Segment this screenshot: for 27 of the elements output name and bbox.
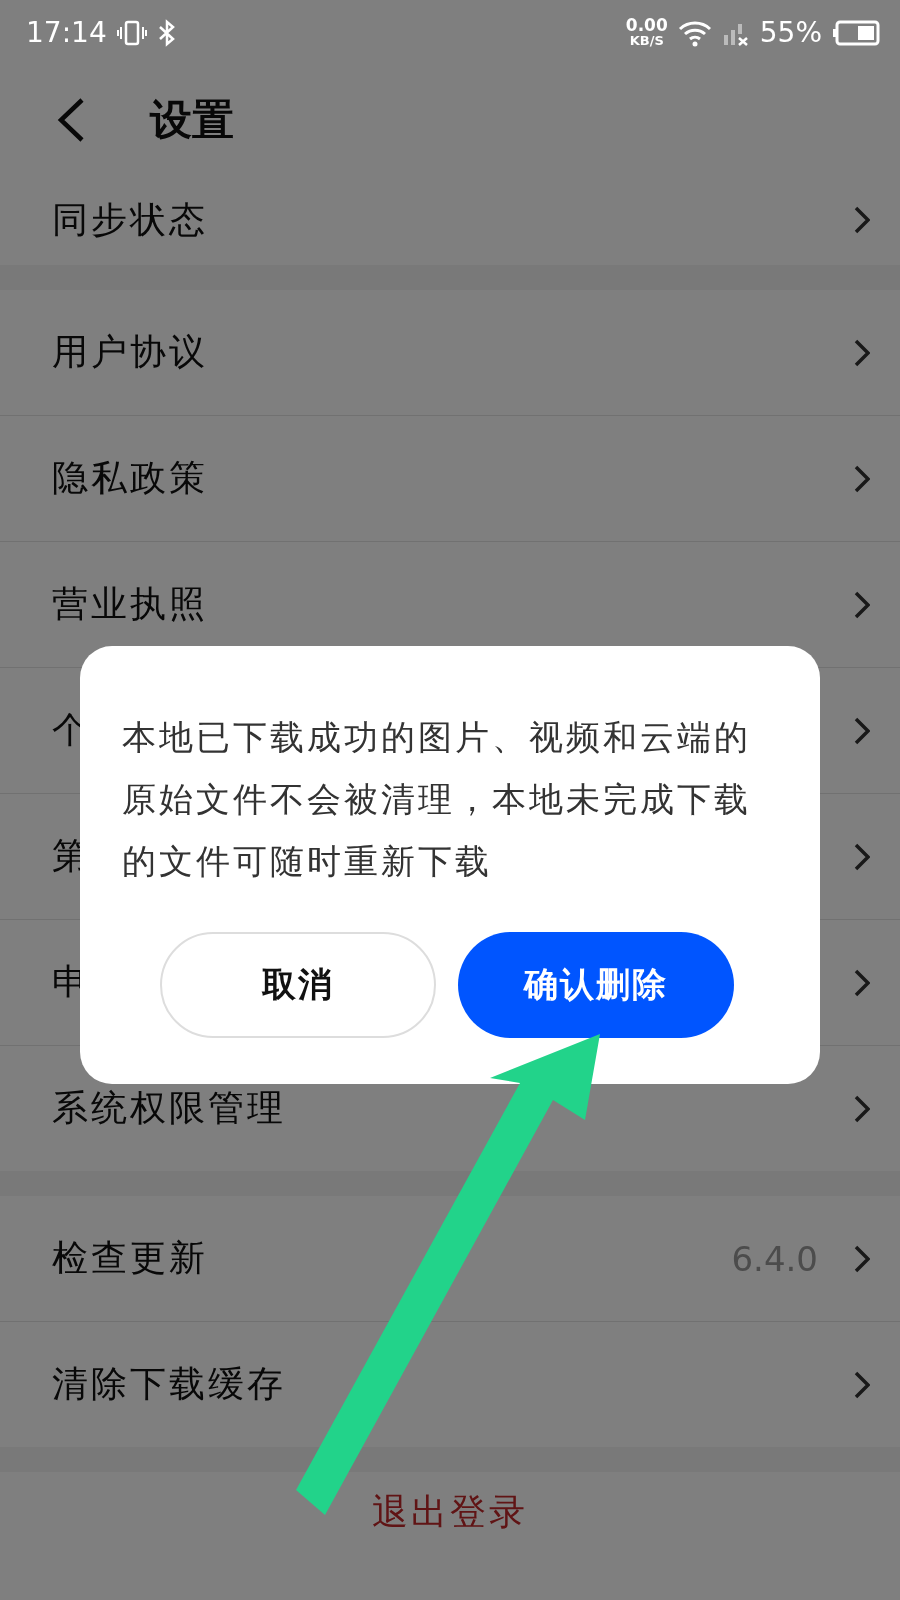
battery-icon <box>832 19 880 46</box>
chevron-icon <box>854 842 870 871</box>
confirm-button[interactable]: 确认删除 <box>458 932 734 1038</box>
chevron-icon <box>854 1094 870 1123</box>
settings-item[interactable]: 隐私政策 <box>0 416 900 542</box>
settings-item[interactable]: 清除下载缓存 <box>0 1322 900 1447</box>
dialog-message: 本地已下载成功的图片、视频和云端的原始文件不会被清理，本地未完成下载的文件可随时重新下载 <box>122 716 752 883</box>
logout-button[interactable]: 退出登录 <box>366 1482 534 1542</box>
vibrate-icon <box>116 18 147 47</box>
cancel-button[interactable]: 取消 <box>160 932 436 1038</box>
chevron-icon <box>854 1370 870 1399</box>
chevron-icon <box>854 206 870 234</box>
chevron-icon <box>854 1244 870 1273</box>
settings-item[interactable]: 系统权限管理 <box>0 1046 900 1171</box>
network-speed: 0.00 <box>625 17 668 34</box>
battery-percent: 55% <box>759 16 822 49</box>
status-time: 17:14 <box>26 16 107 49</box>
network-unit: KB/S <box>629 34 664 48</box>
back-icon[interactable] <box>56 97 86 143</box>
chevron-icon <box>854 716 870 745</box>
settings-item[interactable]: 用户协议 <box>0 290 900 416</box>
chevron-icon <box>854 338 870 367</box>
page-title: 设置 <box>150 94 234 146</box>
chevron-icon <box>854 968 870 997</box>
chevron-icon <box>854 590 870 619</box>
chevron-icon <box>854 464 870 493</box>
settings-item[interactable]: 同步状态 <box>0 175 900 265</box>
